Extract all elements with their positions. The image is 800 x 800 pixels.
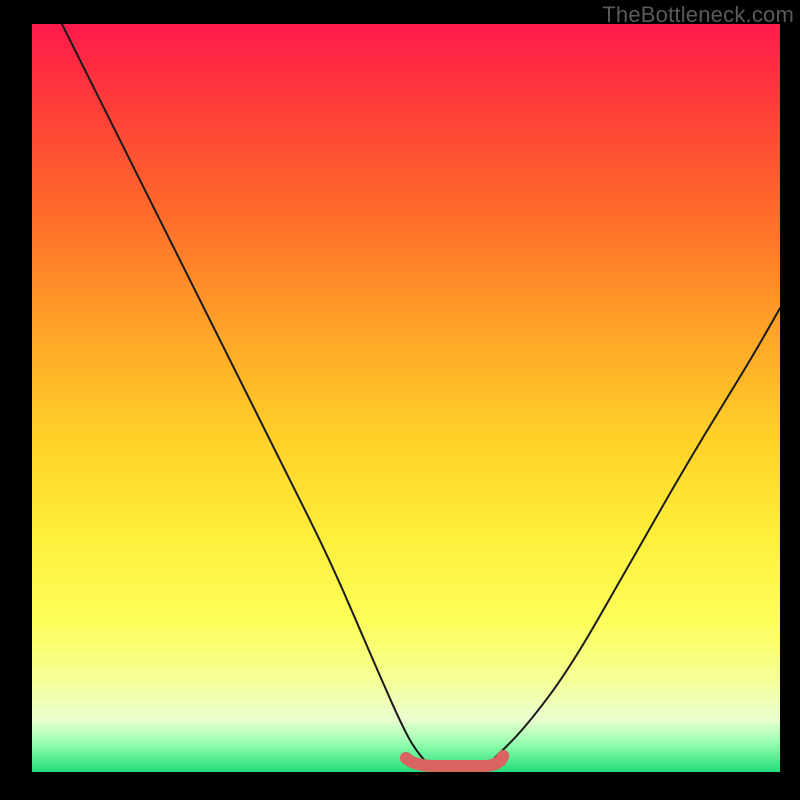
chart-svg xyxy=(32,24,780,772)
optimal-range-highlight xyxy=(406,756,503,766)
chart-plot-area xyxy=(32,24,780,772)
bottleneck-curve xyxy=(62,24,780,772)
watermark-label: TheBottleneck.com xyxy=(602,2,794,28)
optimal-range-start-dot xyxy=(400,752,412,764)
